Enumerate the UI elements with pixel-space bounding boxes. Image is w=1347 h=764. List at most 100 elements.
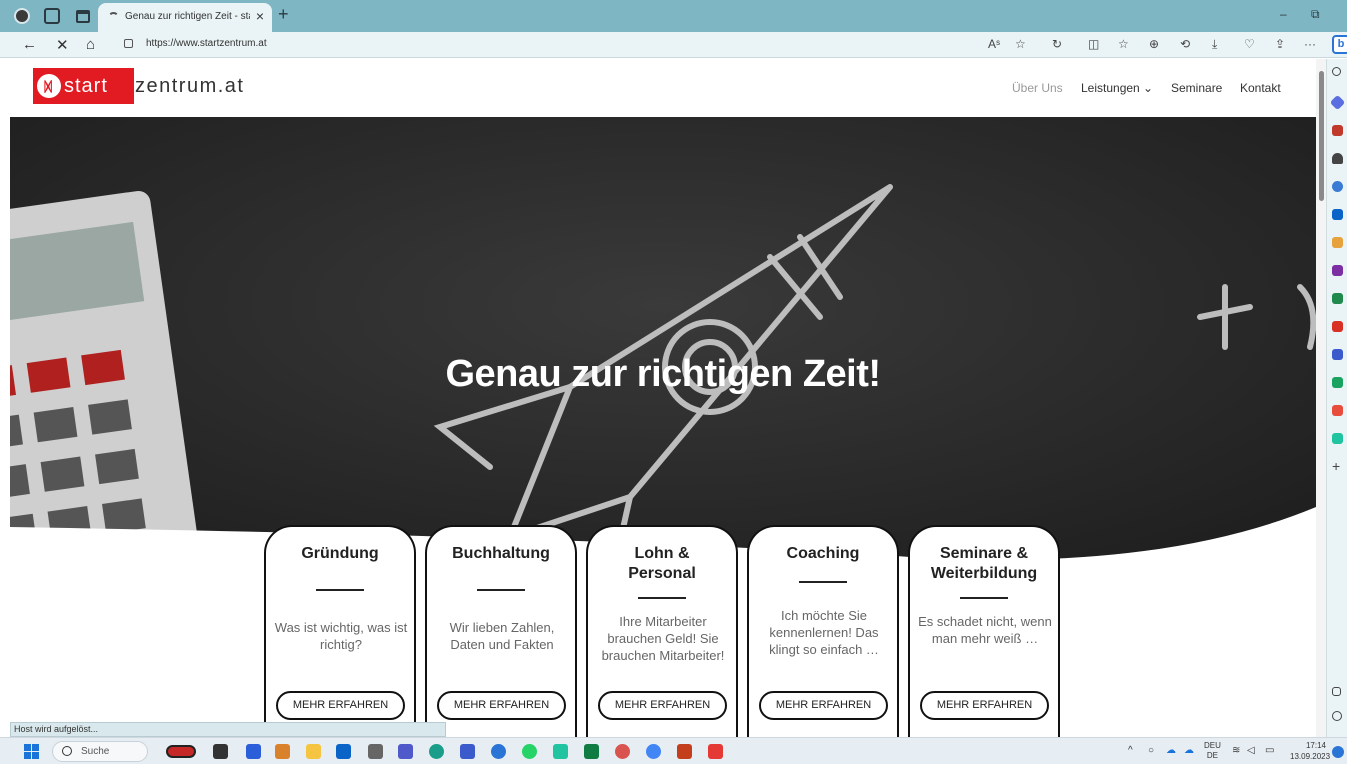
taskbar-clock[interactable]: 17:14 13.09.2023 <box>1290 740 1330 762</box>
card-more-button[interactable]: MEHR ERFAHREN <box>598 691 727 720</box>
tray-onedrive-icon[interactable]: ☁ <box>1166 745 1176 756</box>
tab-close-button[interactable]: × <box>256 8 264 24</box>
taskbar-calculator-icon[interactable] <box>368 744 383 759</box>
language-indicator[interactable]: DEU DE <box>1204 741 1221 761</box>
split-screen-icon[interactable]: ◫ <box>1088 37 1099 51</box>
hero-title: Genau zur richtigen Zeit! <box>445 353 881 395</box>
browser-tab-active[interactable]: Genau zur richtigen Zeit - startze × <box>98 3 272 32</box>
battery-icon[interactable]: ▭ <box>1265 745 1274 756</box>
sidebar-tools-icon[interactable] <box>1332 181 1343 192</box>
service-card-coaching[interactable]: Coaching Ich möchte Sie kennenlernen! Da… <box>747 525 899 737</box>
sidebar-teams-icon[interactable] <box>1332 349 1343 360</box>
sidebar-onenote-icon[interactable] <box>1332 265 1343 276</box>
nav-link-contact[interactable]: Kontakt <box>1240 81 1281 95</box>
home-icon[interactable]: ⌂ <box>86 36 95 53</box>
taskbar-project-icon[interactable] <box>584 744 599 759</box>
workspaces-icon[interactable] <box>44 8 60 24</box>
site-logo[interactable]: ⦊⦉ start <box>33 68 134 104</box>
service-card-seminare[interactable]: Seminare & Weiterbildung Es schadet nich… <box>908 525 1060 737</box>
collections-icon[interactable]: ⊕ <box>1149 37 1159 51</box>
taskbar-whatsapp-icon[interactable] <box>522 744 537 759</box>
tray-onedrive2-icon[interactable]: ☁ <box>1184 745 1194 756</box>
nav-link-services[interactable]: Leistungen ⌄ <box>1081 81 1153 95</box>
taskbar-search[interactable]: Suche <box>52 741 148 762</box>
tray-app-icon[interactable]: ○ <box>1148 745 1154 756</box>
read-aloud-icon[interactable]: Aˢ <box>988 37 1000 51</box>
taskbar-app-icon[interactable] <box>275 744 290 759</box>
sidebar-hide-icon[interactable] <box>1332 687 1341 696</box>
performance-icon[interactable]: ♡ <box>1244 37 1255 51</box>
service-card-lohn-personal[interactable]: Lohn & Personal Ihre Mitarbeiter brauche… <box>586 525 738 737</box>
card-title: Buchhaltung <box>452 545 550 562</box>
sidebar-settings-icon[interactable] <box>1332 711 1342 721</box>
notification-icon[interactable] <box>1332 746 1344 758</box>
site-header: ⦊⦉ start zentrum.at Über Uns Leistungen … <box>0 59 1316 117</box>
restore-button[interactable]: ⧉ <box>1311 7 1320 22</box>
card-more-button[interactable]: MEHR ERFAHREN <box>276 691 405 720</box>
logo-text-zentrum: zentrum.at <box>135 75 245 97</box>
minimize-button[interactable]: – <box>1280 7 1287 21</box>
hero-banner: Genau zur richtigen Zeit! <box>10 117 1316 587</box>
browser-tab-bar: Genau zur richtigen Zeit - startze × + –… <box>0 0 1347 32</box>
tray-overflow-icon[interactable]: ^ <box>1128 745 1133 756</box>
card-divider <box>638 597 686 599</box>
url-text: https://www.startzentrum.at <box>146 38 267 49</box>
favorites-icon[interactable]: ☆ <box>1118 37 1129 51</box>
taskbar-acrobat-icon[interactable] <box>708 744 723 759</box>
sidebar-outlook-icon[interactable] <box>1332 209 1343 220</box>
refresh-extension-icon[interactable]: ↻ <box>1052 37 1062 51</box>
service-card-buchhaltung[interactable]: Buchhaltung Wir lieben Zahlen, Daten und… <box>425 525 577 737</box>
download-icon[interactable]: ⤓ <box>1212 37 1217 52</box>
taskbar-outlook-icon[interactable] <box>336 744 351 759</box>
sidebar-gmail-icon[interactable] <box>1332 321 1343 332</box>
more-menu-icon[interactable]: ··· <box>1304 37 1316 51</box>
taskbar-app-icon[interactable] <box>491 744 506 759</box>
taskbar-teams-icon[interactable] <box>398 744 413 759</box>
sidebar-shopping-icon[interactable] <box>1332 125 1343 136</box>
page-scrollbar[interactable] <box>1316 59 1326 737</box>
card-divider <box>960 597 1008 599</box>
sidebar-add-icon[interactable]: + <box>1332 459 1343 473</box>
back-arrow-icon[interactable]: ← <box>22 36 37 53</box>
url-field[interactable]: https://www.startzentrum.at <box>112 34 1050 55</box>
page-viewport: ⦊⦉ start zentrum.at Über Uns Leistungen … <box>0 59 1316 737</box>
sidebar-search-icon[interactable] <box>1332 67 1341 76</box>
taskbar-edge-icon[interactable] <box>429 744 444 759</box>
service-card-gruendung[interactable]: Gründung Was ist wichtig, was ist richti… <box>264 525 416 737</box>
sidebar-discover-icon[interactable] <box>1329 94 1346 111</box>
clock-time: 17:14 <box>1305 741 1326 750</box>
taskbar-app-icon[interactable] <box>166 745 196 758</box>
taskbar-bitwarden-icon[interactable] <box>246 744 261 759</box>
card-more-button[interactable]: MEHR ERFAHREN <box>920 691 1049 720</box>
scrollbar-thumb[interactable] <box>1319 71 1324 201</box>
sidebar-drive-icon[interactable] <box>1332 377 1343 388</box>
favorite-star-icon[interactable]: ☆ <box>1015 37 1026 51</box>
profile-avatar-icon[interactable] <box>14 8 30 24</box>
taskbar-app-icon[interactable] <box>553 744 568 759</box>
taskbar-explorer-icon[interactable] <box>306 744 321 759</box>
tab-actions-icon[interactable] <box>76 10 90 23</box>
windows-start-icon[interactable] <box>24 744 39 759</box>
card-more-button[interactable]: MEHR ERFAHREN <box>759 691 888 720</box>
bing-copilot-icon[interactable]: b <box>1332 35 1347 54</box>
taskbar-chrome-icon[interactable] <box>646 744 661 759</box>
sidebar-profile-icon[interactable] <box>1332 153 1343 164</box>
nav-link-about[interactable]: Über Uns <box>1012 81 1063 95</box>
taskbar-powerpoint-icon[interactable] <box>677 744 692 759</box>
sidebar-games-icon[interactable] <box>1332 237 1343 248</box>
taskbar-app-icon[interactable] <box>213 744 228 759</box>
card-more-button[interactable]: MEHR ERFAHREN <box>437 691 566 720</box>
share-icon[interactable]: ⇪ <box>1275 37 1285 51</box>
sidebar-app2-icon[interactable] <box>1332 433 1343 444</box>
taskbar-app-icon[interactable] <box>615 744 630 759</box>
volume-icon[interactable]: ◁ <box>1247 745 1255 756</box>
nav-link-seminars[interactable]: Seminare <box>1171 81 1222 95</box>
new-tab-button[interactable]: + <box>278 4 289 25</box>
sidebar-app-icon[interactable] <box>1332 405 1343 416</box>
taskbar-teams2-icon[interactable] <box>460 744 475 759</box>
wifi-icon[interactable]: ≋ <box>1232 745 1240 756</box>
stop-loading-icon[interactable]: ✕ <box>56 36 69 54</box>
card-title: Coaching <box>786 545 860 562</box>
sidebar-sharepoint-icon[interactable] <box>1332 293 1343 304</box>
history-icon[interactable]: ⟲ <box>1180 37 1190 51</box>
